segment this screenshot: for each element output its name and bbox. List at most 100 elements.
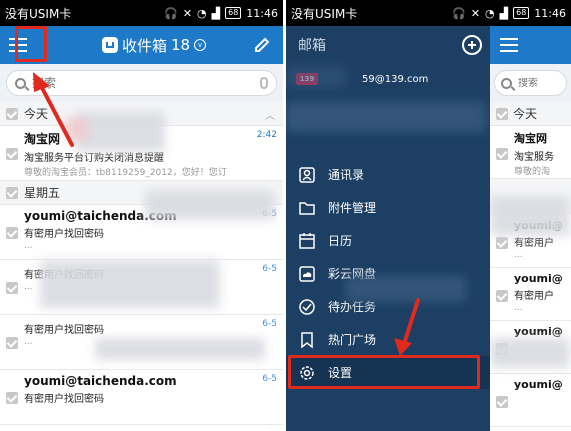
left-screenshot: 没有USIM卡 🎧 ✕ ◔ ▟ 68 11:46 收件箱 18 v 搜索 今天 … [0, 0, 283, 431]
select-all-checkbox[interactable] [496, 107, 508, 120]
status-bar: 没有USIM卡 🎧 ✕ ◔ ▟ 68 11:46 [0, 0, 283, 26]
signal-icon: ▟ [499, 6, 509, 20]
mail-item[interactable]: youmi@ [490, 321, 571, 374]
mail-subject: 淘宝服务平台订购关闭消息提醒 [24, 153, 164, 164]
section-gap [490, 179, 571, 215]
hamburger-icon [9, 38, 27, 52]
mail-time: 6-5 [262, 264, 277, 274]
mail-item[interactable]: youmi@ 有密用户 ... [490, 268, 571, 321]
collapse-chevron-icon[interactable]: ︿ [265, 107, 275, 122]
mail-checkbox[interactable] [496, 148, 508, 160]
search-bar [0, 64, 283, 102]
contacts-icon [299, 166, 315, 183]
inbox-title-dropdown[interactable]: 收件箱 18 v [102, 26, 207, 64]
section-label: 星期五 [24, 186, 61, 200]
wifi-icon: ◔ [197, 6, 207, 20]
section-header-today[interactable]: 今天 [490, 102, 571, 126]
mail-subject: 有密用户找回密码 [24, 229, 104, 240]
headset-icon: 🎧 [452, 6, 466, 20]
mail-item[interactable]: 淘宝网 淘宝服务 尊敬的淘 [490, 126, 571, 179]
mail-checkbox[interactable] [6, 337, 18, 349]
drawer-header: 邮箱 [286, 26, 490, 64]
carrier-text: 没有USIM卡 [5, 6, 72, 21]
battery-icon: 68 [513, 7, 530, 19]
section-header-today[interactable]: 今天 ︿ [0, 102, 283, 126]
search-input[interactable] [32, 76, 254, 90]
search-input[interactable] [518, 77, 560, 89]
right-screenshot: 没有USIM卡 🎧 ✕ ◔ ▟ 68 11:46 邮箱 139 59@139.c… [286, 0, 571, 431]
search-bar [490, 64, 571, 102]
navigation-drawer: 邮箱 139 59@139.com 通讯录 附件管理 日历 彩云网盘 待办任务 … [286, 26, 490, 431]
inbox-app-bar [490, 26, 571, 64]
microphone-icon[interactable] [260, 77, 268, 89]
account-item[interactable] [286, 94, 490, 134]
mail-subject: 有密用户找回密码 [24, 325, 104, 336]
mail139-logo: 139 [296, 73, 318, 85]
menu-item-hot-square[interactable]: 热门广场 [286, 323, 490, 356]
compose-pencil-icon[interactable] [253, 36, 271, 54]
mail-item[interactable]: 淘宝网 淘宝服务平台订购关闭消息提醒 尊敬的淘宝会员：tb8119259_201… [0, 126, 283, 181]
folder-icon [299, 201, 315, 215]
mail-checkbox[interactable] [6, 227, 18, 239]
carrier-text: 没有USIM卡 [291, 6, 358, 21]
task-check-icon [299, 298, 315, 315]
calendar-icon [299, 232, 315, 249]
mail-item[interactable]: youmi@ [490, 374, 571, 427]
mail-preview: ... [24, 337, 33, 347]
mail-checkbox[interactable] [6, 282, 18, 294]
mail-sender: youmi@taichenda.com [24, 374, 177, 388]
select-all-checkbox[interactable] [6, 186, 18, 199]
mail-subject: 有密用户找回密码 [24, 394, 104, 405]
bookmark-icon [301, 331, 313, 349]
inbox-app-bar: 收件箱 18 v [0, 26, 283, 64]
menu-item-settings[interactable]: 设置 [286, 356, 490, 389]
chevron-down-icon: v [194, 39, 207, 51]
mail-item[interactable]: 有密用户找回密码 ... 6-5 [0, 260, 283, 315]
mail-preview: ... [24, 282, 33, 292]
mail-preview: ... [24, 241, 33, 251]
inbox-icon [102, 37, 118, 53]
select-all-checkbox[interactable] [6, 107, 18, 120]
wifi-icon: ◔ [485, 6, 495, 20]
mail-checkbox[interactable] [496, 290, 508, 302]
signal-icon: ▟ [211, 6, 221, 20]
account-item[interactable]: 139 59@139.com [286, 64, 490, 94]
mute-icon: ✕ [182, 6, 193, 20]
drawer-title: 邮箱 [298, 38, 326, 54]
mail-preview: 尊敬的淘宝会员：tb8119259_2012，您好！您订 [24, 168, 227, 178]
mail-item[interactable]: youmi@taichenda.com 有密用户找回密码 6-5 [0, 370, 283, 425]
mail-time: 6-5 [262, 319, 277, 329]
inbox-behind-drawer: 今天 淘宝网 淘宝服务 尊敬的淘 youmi@ 有密用户 ... youmi@ … [490, 26, 571, 431]
mail-sender: youmi@taichenda.com [24, 209, 177, 223]
mute-icon: ✕ [470, 6, 481, 20]
mail-item[interactable]: youmi@ 有密用户 ... [490, 215, 571, 268]
hamburger-icon[interactable] [500, 38, 518, 52]
section-header-friday[interactable]: 星期五 [0, 181, 283, 205]
clock-text: 11:46 [534, 6, 566, 20]
menu-item-contacts[interactable]: 通讯录 [286, 158, 490, 191]
menu-item-attachments[interactable]: 附件管理 [286, 191, 490, 224]
mail-checkbox[interactable] [6, 392, 18, 404]
add-account-icon[interactable] [462, 35, 482, 55]
mail-time: 6-5 [262, 209, 277, 219]
mail-checkbox[interactable] [496, 396, 508, 408]
menu-item-tasks[interactable]: 待办任务 [286, 290, 490, 323]
search-icon [15, 77, 26, 89]
clock-text: 11:46 [246, 6, 278, 20]
mail-time: 6-5 [262, 374, 277, 384]
mail-checkbox[interactable] [6, 148, 18, 160]
drawer-menu: 通讯录 附件管理 日历 彩云网盘 待办任务 热门广场 设置 [286, 158, 490, 389]
mail-item[interactable]: youmi@taichenda.com 有密用户找回密码 ... 6-5 [0, 205, 283, 260]
mail-checkbox[interactable] [496, 343, 508, 355]
inbox-title: 收件箱 [122, 36, 168, 55]
menu-item-calendar[interactable]: 日历 [286, 224, 490, 257]
mail-checkbox[interactable] [496, 237, 508, 249]
mail-item[interactable]: 有密用户找回密码 ... 6-5 [0, 315, 283, 370]
account-email: 59@139.com [362, 73, 429, 85]
unread-count: 18 [171, 36, 191, 54]
headset-icon: 🎧 [164, 6, 178, 20]
menu-item-cloud[interactable]: 彩云网盘 [286, 257, 490, 290]
mail-subject: 有密用户找回密码 [24, 270, 104, 281]
cloud-icon [299, 265, 315, 282]
menu-button[interactable] [0, 26, 36, 64]
